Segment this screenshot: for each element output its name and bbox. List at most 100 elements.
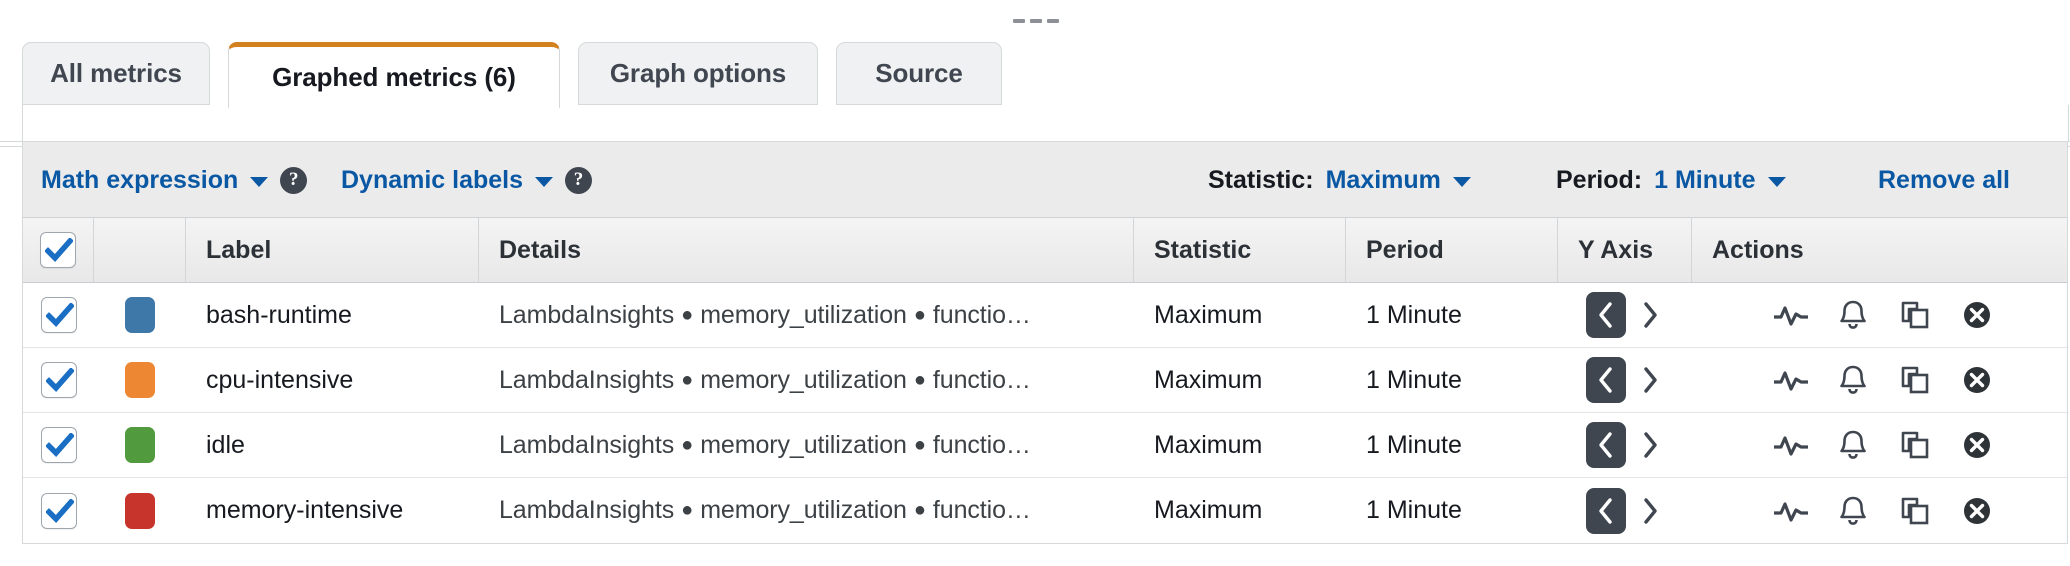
period-control[interactable]: Period: 1 Minute bbox=[1556, 142, 1786, 218]
statistic-control[interactable]: Statistic: Maximum bbox=[1208, 142, 1471, 218]
color-column-header bbox=[94, 218, 186, 282]
details-dimension: functio… bbox=[932, 496, 1031, 524]
row-checkbox[interactable] bbox=[40, 297, 77, 333]
select-all-checkbox[interactable] bbox=[40, 232, 76, 268]
row-checkbox[interactable] bbox=[40, 362, 77, 398]
duplicate-copy-icon[interactable] bbox=[1895, 491, 1935, 531]
tab-graph-options[interactable]: Graph options bbox=[578, 42, 818, 105]
remove-circle-x-icon[interactable] bbox=[1957, 295, 1997, 335]
row-select-cell bbox=[23, 478, 94, 543]
details-separator-dot: ● bbox=[913, 499, 926, 521]
row-actions-cell bbox=[1692, 348, 2067, 412]
row-statistic[interactable]: Maximum bbox=[1134, 478, 1346, 543]
table-row[interactable]: cpu-intensive LambdaInsights ● memory_ut… bbox=[23, 348, 2067, 413]
tab-graphed-metrics[interactable]: Graphed metrics (6) bbox=[228, 42, 560, 108]
duplicate-copy-icon[interactable] bbox=[1895, 295, 1935, 335]
tab-all-metrics[interactable]: All metrics bbox=[22, 42, 210, 105]
drag-dots-horizontal-icon[interactable] bbox=[1010, 14, 1062, 28]
details-dimension: functio… bbox=[932, 430, 1031, 459]
table-row[interactable]: bash-runtime LambdaInsights ● memory_uti… bbox=[23, 283, 2067, 348]
row-statistic[interactable]: Maximum bbox=[1134, 413, 1346, 477]
pulse-line-icon[interactable] bbox=[1771, 295, 1811, 335]
period-label: Period: bbox=[1556, 165, 1643, 194]
row-actions bbox=[1771, 295, 1997, 335]
bell-alarm-icon[interactable] bbox=[1833, 425, 1873, 465]
yaxis-toggle-group bbox=[1586, 487, 1670, 534]
chevron-down-icon[interactable] bbox=[1452, 177, 1471, 187]
details-namespace: LambdaInsights bbox=[499, 365, 675, 394]
yaxis-right-button[interactable] bbox=[1630, 488, 1670, 534]
math-expression-label[interactable]: Math expression bbox=[41, 166, 238, 195]
bell-alarm-icon[interactable] bbox=[1833, 491, 1873, 531]
row-yaxis-cell bbox=[1558, 478, 1692, 543]
details-column-header[interactable]: Details bbox=[479, 218, 1134, 282]
details-separator-dot: ● bbox=[913, 433, 926, 456]
series-color-swatch[interactable] bbox=[125, 492, 155, 529]
pulse-line-icon[interactable] bbox=[1771, 425, 1811, 465]
remove-all-button[interactable]: Remove all bbox=[1878, 142, 2010, 218]
yaxis-left-button[interactable] bbox=[1586, 292, 1626, 338]
dynamic-labels-control[interactable]: Dynamic labels ? bbox=[341, 142, 593, 218]
duplicate-copy-icon[interactable] bbox=[1895, 425, 1935, 465]
yaxis-right-button[interactable] bbox=[1630, 422, 1670, 468]
row-label[interactable]: bash-runtime bbox=[186, 283, 479, 347]
row-period[interactable]: 1 Minute bbox=[1346, 413, 1558, 477]
remove-circle-x-icon[interactable] bbox=[1957, 491, 1997, 531]
row-label[interactable]: idle bbox=[186, 413, 479, 477]
period-column-header[interactable]: Period bbox=[1346, 218, 1558, 282]
row-color-cell bbox=[94, 283, 186, 347]
row-statistic[interactable]: Maximum bbox=[1134, 283, 1346, 347]
label-column-header[interactable]: Label bbox=[186, 218, 479, 282]
statistic-column-header[interactable]: Statistic bbox=[1134, 218, 1346, 282]
row-color-cell bbox=[94, 413, 186, 477]
pulse-line-icon[interactable] bbox=[1771, 360, 1811, 400]
details-separator-dot: ● bbox=[913, 368, 926, 391]
yaxis-left-button[interactable] bbox=[1586, 422, 1626, 468]
row-period[interactable]: 1 Minute bbox=[1346, 348, 1558, 412]
details-separator-dot: ● bbox=[681, 303, 694, 326]
series-color-swatch[interactable] bbox=[125, 362, 155, 398]
graphed-metrics-table: Label Details Statistic Period Y Axis Ac… bbox=[22, 218, 2068, 544]
math-expression-control[interactable]: Math expression ? bbox=[41, 142, 308, 218]
bell-alarm-icon[interactable] bbox=[1833, 295, 1873, 335]
row-details: LambdaInsights ● memory_utilization ● fu… bbox=[479, 283, 1134, 347]
duplicate-copy-icon[interactable] bbox=[1895, 360, 1935, 400]
row-checkbox[interactable] bbox=[40, 427, 77, 463]
help-circle-icon[interactable]: ? bbox=[565, 166, 593, 194]
tab-label: All metrics bbox=[50, 58, 182, 88]
table-row[interactable]: idle LambdaInsights ● memory_utilization… bbox=[23, 413, 2067, 478]
row-period[interactable]: 1 Minute bbox=[1346, 478, 1558, 543]
row-yaxis-cell bbox=[1558, 413, 1692, 477]
row-label[interactable]: memory-intensive bbox=[186, 478, 479, 543]
remove-circle-x-icon[interactable] bbox=[1957, 360, 1997, 400]
chevron-down-icon[interactable] bbox=[535, 177, 554, 187]
help-circle-icon[interactable]: ? bbox=[280, 166, 308, 194]
row-label[interactable]: cpu-intensive bbox=[186, 348, 479, 412]
remove-circle-x-icon[interactable] bbox=[1957, 425, 1997, 465]
table-header-row: Label Details Statistic Period Y Axis Ac… bbox=[23, 218, 2067, 283]
dynamic-labels-label[interactable]: Dynamic labels bbox=[341, 166, 523, 195]
series-color-swatch[interactable] bbox=[125, 427, 155, 463]
row-checkbox[interactable] bbox=[40, 492, 77, 529]
yaxis-right-button[interactable] bbox=[1630, 292, 1670, 338]
row-statistic[interactable]: Maximum bbox=[1134, 348, 1346, 412]
yaxis-left-button[interactable] bbox=[1586, 487, 1626, 534]
chevron-down-icon[interactable] bbox=[250, 177, 269, 187]
remove-all-label[interactable]: Remove all bbox=[1878, 166, 2010, 195]
yaxis-left-button[interactable] bbox=[1586, 357, 1626, 403]
yaxis-toggle-group bbox=[1586, 357, 1670, 403]
pulse-line-icon[interactable] bbox=[1771, 491, 1811, 531]
tab-source[interactable]: Source bbox=[836, 42, 1002, 105]
yaxis-column-header[interactable]: Y Axis bbox=[1558, 218, 1692, 282]
row-actions-cell bbox=[1692, 413, 2067, 477]
chevron-down-icon[interactable] bbox=[1767, 177, 1786, 187]
series-color-swatch[interactable] bbox=[125, 297, 155, 333]
details-metric: memory_utilization bbox=[700, 300, 907, 329]
statistic-value[interactable]: Maximum bbox=[1326, 166, 1441, 195]
period-value[interactable]: 1 Minute bbox=[1654, 166, 1755, 195]
table-row[interactable]: memory-intensive LambdaInsights ● memory… bbox=[23, 478, 2067, 543]
row-color-cell bbox=[94, 478, 186, 543]
bell-alarm-icon[interactable] bbox=[1833, 360, 1873, 400]
yaxis-right-button[interactable] bbox=[1630, 357, 1670, 403]
row-period[interactable]: 1 Minute bbox=[1346, 283, 1558, 347]
